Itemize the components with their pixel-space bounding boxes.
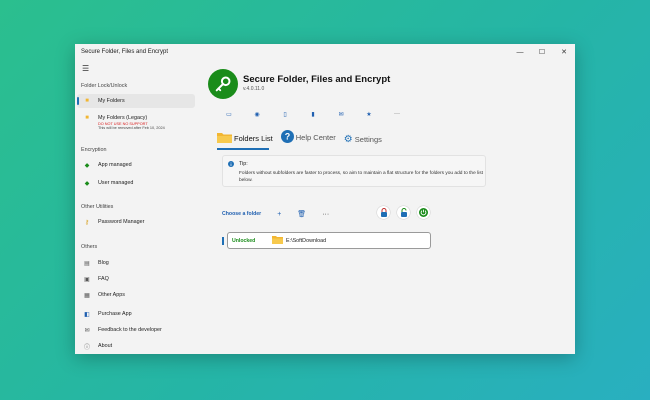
app-version: v.4.0.11.0	[243, 86, 265, 92]
sidebar-item-about[interactable]: ⓘ About	[77, 339, 195, 353]
sidebar-item-password-manager[interactable]: ⚷ Password Manager	[77, 215, 195, 229]
app-title: Secure Folder, Files and Encrypt	[243, 74, 391, 85]
app-logo	[208, 69, 238, 99]
svg-text:?: ?	[285, 132, 291, 142]
user-lock-icon: ◆	[84, 180, 90, 187]
key-logo-icon	[215, 76, 231, 92]
sidebar-item-app-managed[interactable]: ◆ App managed	[77, 158, 195, 172]
tab-help-center[interactable]: ? Help Center	[280, 130, 336, 145]
shield-lock-icon: ◆	[84, 162, 90, 169]
window-title: Secure Folder, Files and Encrypt	[81, 49, 169, 55]
blog-icon: ▤	[84, 260, 90, 267]
folder-status: Unlocked	[232, 237, 256, 244]
sidebar-item-label: Blog	[98, 260, 109, 266]
cart-icon: ◧	[84, 311, 90, 318]
sidebar-item-other-apps[interactable]: ▦ Other Apps	[77, 288, 195, 302]
star-icon[interactable]: ★	[355, 108, 383, 120]
folder-icon	[272, 235, 283, 246]
toolbar: ▭ ◉ ▯ ▮ ✉ ★ ···	[215, 108, 411, 120]
more-options-icon[interactable]: ···	[383, 108, 411, 120]
unlock-folder-button[interactable]	[397, 206, 410, 219]
clipboard-icon[interactable]: ▮	[299, 108, 327, 120]
sidebar-item-my-folders[interactable]: ■ My Folders	[77, 94, 195, 108]
more-actions-button[interactable]: ···	[322, 211, 329, 218]
sidebar-item-blog[interactable]: ▤ Blog	[77, 256, 195, 270]
section-folder-lock: Folder Lock/Unlock	[81, 83, 128, 89]
maximize-button[interactable]: ☐	[531, 44, 553, 60]
close-button[interactable]: ✕	[553, 44, 575, 60]
info-icon: ⓘ	[83, 344, 90, 351]
sidebar-item-purchase-app[interactable]: ◧ Purchase App	[77, 307, 195, 321]
add-folder-button[interactable]: +	[277, 211, 281, 218]
key-icon: ⚷	[84, 219, 90, 226]
tab-settings[interactable]: ⚙ Settings	[344, 134, 382, 145]
tab-label: Folders List	[234, 133, 273, 143]
faq-icon: ▣	[84, 276, 90, 283]
sidebar: ☰ Folder Lock/Unlock ■ My Folders ■ My F…	[75, 60, 197, 354]
folder-icon: ■	[85, 115, 89, 121]
unlock-icon	[400, 208, 407, 217]
folder-path: E:\SoftDownload	[286, 237, 327, 244]
sidebar-item-label: App managed	[98, 162, 132, 168]
tab-label: Settings	[354, 135, 382, 144]
sidebar-item-label: User managed	[98, 180, 134, 186]
choose-folder-button[interactable]: Choose a folder	[222, 211, 261, 217]
row-selection-indicator	[222, 237, 224, 245]
tip-title: Tip:	[239, 161, 248, 167]
power-icon	[419, 208, 428, 217]
power-button[interactable]	[417, 206, 430, 219]
sidebar-item-label: My Folders (Legacy)	[98, 115, 148, 121]
feedback-icon: ✉	[84, 327, 90, 334]
sidebar-item-label: Password Manager	[98, 219, 145, 225]
sidebar-item-user-managed[interactable]: ◆ User managed	[77, 176, 195, 190]
folder-tab-icon	[217, 131, 232, 145]
sidebar-item-my-folders-legacy[interactable]: ■ My Folders (Legacy) DO NOT USE NO SUPP…	[77, 112, 195, 134]
main-content: Secure Folder, Files and Encrypt v.4.0.1…	[197, 60, 575, 354]
folder-list-item[interactable]: Unlocked E:\SoftDownload	[227, 232, 431, 249]
info-icon: i	[228, 161, 234, 167]
sidebar-item-faq[interactable]: ▣ FAQ	[77, 272, 195, 286]
sidebar-item-label: About	[98, 343, 113, 349]
tab-bar: Folders List ? Help Center ⚙ Settings	[217, 130, 390, 145]
sidebar-item-label: Feedback to the developer	[98, 327, 162, 333]
apps-icon: ▦	[84, 292, 90, 299]
tip-text: Folders without subfolders are faster to…	[239, 171, 483, 183]
active-tab-indicator	[217, 148, 269, 150]
folder-actions: Choose a folder + 🗑 ···	[222, 210, 345, 219]
legacy-note: This will be removed after Feb 10, 2024	[98, 126, 165, 130]
sidebar-item-label: Purchase App	[98, 311, 132, 317]
title-bar: Secure Folder, Files and Encrypt — ☐ ✕	[75, 44, 575, 60]
help-icon: ?	[280, 130, 294, 145]
tab-folders-list[interactable]: Folders List	[217, 131, 273, 145]
sidebar-item-label: My Folders	[98, 98, 125, 104]
minimize-button[interactable]: —	[509, 44, 531, 60]
trash-icon[interactable]: 🗑	[297, 210, 306, 218]
lock-icon	[380, 208, 387, 217]
hamburger-menu-icon[interactable]: ☰	[82, 64, 89, 73]
lock-folder-button[interactable]	[377, 206, 390, 219]
sidebar-item-label: Other Apps	[98, 292, 125, 298]
app-window: Secure Folder, Files and Encrypt — ☐ ✕ ☰…	[75, 44, 575, 354]
sidebar-item-feedback[interactable]: ✉ Feedback to the developer	[77, 323, 195, 337]
new-file-icon[interactable]: ▭	[215, 108, 243, 120]
section-others: Others	[81, 244, 98, 250]
gear-icon: ⚙	[343, 134, 353, 145]
section-other-utilities: Other Utilities	[81, 204, 114, 210]
view-icon[interactable]: ◉	[243, 108, 271, 120]
sidebar-item-label: FAQ	[98, 276, 109, 282]
tip-panel: i Tip: Folders without subfolders are fa…	[222, 155, 486, 187]
mail-icon[interactable]: ✉	[327, 108, 355, 120]
document-icon[interactable]: ▯	[271, 108, 299, 120]
tab-label: Help Center	[295, 133, 336, 142]
lock-controls	[377, 206, 437, 219]
section-encryption: Encryption	[81, 147, 107, 153]
folder-icon: ■	[85, 98, 89, 104]
